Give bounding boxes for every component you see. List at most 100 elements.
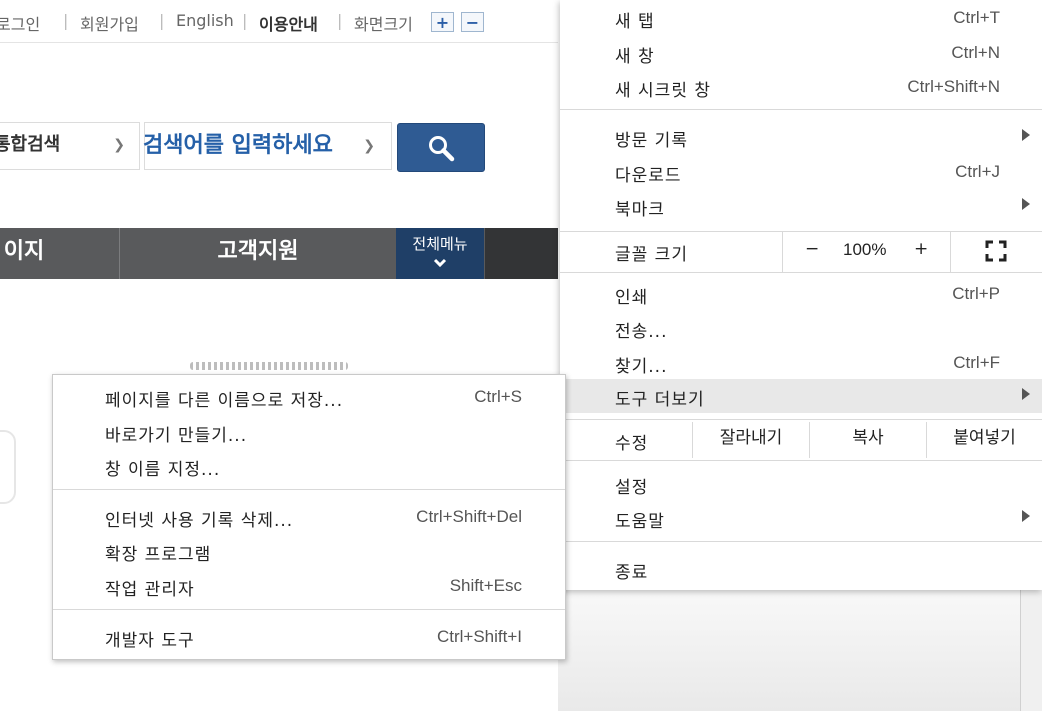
search-type-label: 통합검색 [0, 134, 61, 155]
zoom-level: 100% [843, 240, 887, 259]
submenu-arrow-icon [1022, 388, 1030, 400]
all-menu-button[interactable]: 전체메뉴 [396, 228, 484, 279]
menu-label: 확장 프로그램 [105, 545, 212, 565]
menu-more-tools[interactable]: 도구 더보기 [560, 379, 1042, 413]
utility-bar: 로그인 | 회원가입 | English | 이용안내 | 화면크기 + − [0, 0, 558, 43]
menu-shortcut: Ctrl+N [951, 43, 1000, 62]
menu-label: 다운로드 [615, 166, 682, 186]
nav-item-support[interactable]: 고객지원 [120, 228, 396, 279]
cut-button[interactable]: 잘라내기 [693, 420, 809, 456]
search-icon [429, 135, 455, 161]
menu-label: 새 시크릿 창 [615, 81, 712, 101]
menu-shortcut: Ctrl+Shift+Del [416, 507, 522, 526]
guide-link[interactable]: 이용안내 [259, 11, 318, 35]
more-tools-submenu: 페이지를 다른 이름으로 저장... Ctrl+S 바로가기 만들기... 창 … [52, 374, 566, 660]
menu-label: 전송... [615, 322, 668, 342]
menu-shortcut: Ctrl+F [953, 353, 1000, 372]
submenu-task-manager[interactable]: 작업 관리자 Shift+Esc [53, 569, 565, 603]
menu-label: 인쇄 [615, 288, 649, 308]
fullscreen-icon[interactable] [985, 240, 1007, 262]
menu-label: 새 창 [615, 47, 655, 67]
main-nav: 이지 고객지원 전체메뉴 [0, 228, 558, 279]
menu-label: 인터넷 사용 기록 삭제... [105, 511, 294, 531]
search-placeholder: 검색어를 입력하세요 [143, 133, 333, 158]
zoom-in-button[interactable]: + [914, 239, 928, 259]
zoom-in-button[interactable]: + [431, 12, 454, 32]
menu-separator [53, 609, 565, 610]
menu-bookmarks[interactable]: 북마크 [560, 189, 1042, 223]
menu-help[interactable]: 도움말 [560, 501, 1042, 535]
submenu-dev-tools[interactable]: 개발자 도구 Ctrl+Shift+I [53, 620, 565, 654]
menu-label: 설정 [615, 478, 649, 498]
menu-label: 도움말 [615, 512, 665, 532]
menu-cast[interactable]: 전송... [560, 311, 1042, 345]
menu-shortcut: Ctrl+Shift+N [907, 77, 1000, 96]
scrollbar[interactable] [1020, 590, 1042, 711]
separator: | [337, 11, 343, 30]
decorative-shape [0, 430, 16, 504]
chrome-main-menu: 새 탭 Ctrl+T 새 창 Ctrl+N 새 시크릿 창 Ctrl+Shift… [560, 0, 1042, 590]
menu-shortcut: Ctrl+J [955, 162, 1000, 181]
separator: | [159, 11, 165, 30]
menu-find[interactable]: 찾기... Ctrl+F [560, 346, 1042, 380]
submenu-name-window[interactable]: 창 이름 지정... [53, 449, 565, 483]
nav-filler [485, 228, 558, 279]
login-link[interactable]: 로그인 [0, 11, 40, 35]
menu-label: 작업 관리자 [105, 580, 195, 600]
menu-downloads[interactable]: 다운로드 Ctrl+J [560, 155, 1042, 189]
submenu-extensions[interactable]: 확장 프로그램 [53, 534, 565, 568]
chevron-down-icon: ❯ [113, 137, 125, 153]
menu-label: 바로가기 만들기... [105, 426, 248, 446]
separator: | [242, 11, 248, 30]
submenu-create-shortcut[interactable]: 바로가기 만들기... [53, 415, 565, 449]
menu-separator [560, 272, 1042, 273]
submenu-arrow-icon [1022, 129, 1030, 141]
menu-separator [560, 541, 1042, 542]
menu-label: 창 이름 지정... [105, 460, 221, 480]
search-button[interactable] [397, 123, 485, 172]
menu-font-size: 글꼴 크기 − 100% + [560, 232, 1042, 272]
zoom-out-button[interactable]: − [461, 12, 484, 32]
menu-label: 종료 [615, 563, 649, 583]
menu-label: 페이지를 다른 이름으로 저장... [105, 391, 344, 411]
search-input[interactable]: 검색어를 입력하세요 ❯ [143, 122, 392, 170]
separator: | [63, 11, 69, 30]
divider [782, 232, 783, 272]
signup-link[interactable]: 회원가입 [80, 11, 139, 35]
paste-button[interactable]: 붙여넣기 [927, 420, 1042, 456]
menu-new-window[interactable]: 새 창 Ctrl+N [560, 36, 1042, 70]
menu-edit: 수정 잘라내기 복사 붙여넣기 [560, 420, 1042, 460]
menu-label: 방문 기록 [615, 131, 688, 151]
screen-size-label: 화면크기 [354, 15, 413, 34]
english-link[interactable]: English [176, 11, 234, 30]
menu-label: 개발자 도구 [105, 631, 195, 651]
menu-label: 새 탭 [615, 12, 655, 32]
chevron-down-icon: ❯ [363, 138, 375, 154]
menu-separator [560, 460, 1042, 461]
menu-separator [53, 489, 565, 490]
submenu-arrow-icon [1022, 198, 1030, 210]
zoom-out-button[interactable]: − [805, 239, 819, 259]
notebook-decoration [190, 362, 348, 370]
menu-settings[interactable]: 설정 [560, 467, 1042, 501]
menu-incognito[interactable]: 새 시크릿 창 Ctrl+Shift+N [560, 70, 1042, 104]
submenu-clear-data[interactable]: 인터넷 사용 기록 삭제... Ctrl+Shift+Del [53, 500, 565, 534]
menu-shortcut: Shift+Esc [449, 576, 522, 595]
menu-shortcut: Ctrl+P [952, 284, 1000, 303]
copy-button[interactable]: 복사 [810, 420, 926, 456]
search-type-select[interactable]: 통합검색 ❯ [0, 122, 140, 170]
submenu-save-page[interactable]: 페이지를 다른 이름으로 저장... Ctrl+S [53, 380, 565, 414]
menu-print[interactable]: 인쇄 Ctrl+P [560, 277, 1042, 311]
menu-history[interactable]: 방문 기록 [560, 120, 1042, 154]
all-menu-label: 전체메뉴 [412, 235, 468, 253]
menu-exit[interactable]: 종료 [560, 552, 1042, 586]
menu-label: 글꼴 크기 [615, 245, 688, 265]
nav-item-partial[interactable]: 이지 [0, 228, 54, 279]
menu-label: 수정 [615, 434, 649, 454]
divider [950, 232, 951, 272]
chevron-down-icon [433, 258, 447, 268]
menu-label: 북마크 [615, 200, 665, 220]
menu-shortcut: Ctrl+Shift+I [436, 627, 522, 646]
menu-new-tab[interactable]: 새 탭 Ctrl+T [560, 1, 1042, 35]
menu-shortcut: Ctrl+S [474, 387, 522, 406]
